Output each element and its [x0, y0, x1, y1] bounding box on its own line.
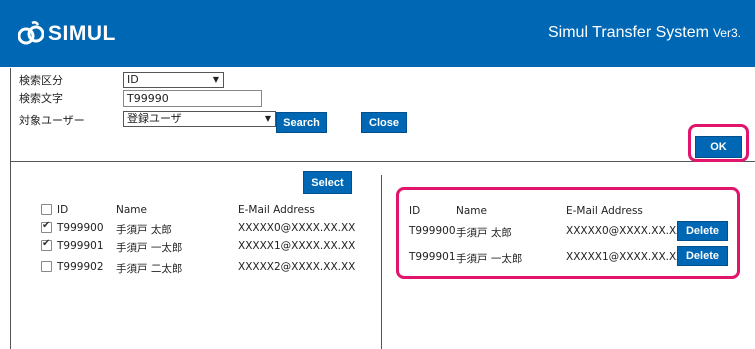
search-text-label: 検索文字 — [19, 92, 63, 105]
row-id: T999901 — [57, 240, 104, 252]
target-user-label: 対象ユーザー — [19, 114, 85, 127]
row-id: T999901 — [409, 251, 456, 263]
row-name: 手須戸 一太郎 — [116, 242, 183, 254]
search-panel: 検索区分 ID ▼ 検索文字 T99990 対象ユーザー 登録ユーザ ▼ Sea… — [11, 68, 755, 162]
row-name: 手須戸 太郎 — [116, 224, 172, 236]
search-category-value: ID — [127, 73, 139, 86]
target-user-value: 登録ユーザ — [127, 112, 182, 125]
row-email: XXXXX1@XXXX.XX.XX — [566, 251, 684, 263]
system-name: Simul Transfer System — [548, 24, 709, 41]
search-button[interactable]: Search — [276, 112, 327, 133]
row-id: T999902 — [57, 261, 104, 273]
logo-text: SIMUL — [48, 22, 116, 45]
left-col-id: ID — [57, 204, 69, 216]
right-col-email: E-Mail Address — [566, 205, 643, 217]
delete-button[interactable]: Delete — [677, 221, 728, 241]
system-version: Ver3. — [712, 26, 741, 40]
row-email: XXXXX1@XXXX.XX.XX — [238, 240, 356, 252]
search-category-select[interactable]: ID ▼ — [123, 72, 224, 88]
right-col-name: Name — [456, 205, 487, 217]
left-col-email: E-Mail Address — [238, 204, 315, 216]
select-all-checkbox[interactable] — [41, 204, 52, 215]
row-email: XXXXX0@XXXX.XX.XX — [238, 222, 356, 234]
app-header: SIMUL Simul Transfer System Ver3. — [0, 0, 755, 67]
right-col-id: ID — [409, 205, 421, 217]
system-title: Simul Transfer System Ver3. — [548, 24, 741, 42]
select-button[interactable]: Select — [303, 171, 352, 194]
chevron-down-icon: ▼ — [212, 75, 219, 84]
row-checkbox[interactable] — [41, 261, 52, 272]
list-divider — [381, 175, 382, 349]
row-email: XXXXX2@XXXX.XX.XX — [238, 261, 356, 273]
delete-button[interactable]: Delete — [677, 246, 728, 266]
row-name: 手須戸 一太郎 — [456, 253, 523, 265]
search-text-input[interactable]: T99990 — [123, 90, 262, 107]
row-checkbox[interactable] — [41, 238, 52, 251]
target-user-select[interactable]: 登録ユーザ ▼ — [123, 111, 276, 127]
ok-button[interactable]: OK — [695, 136, 742, 158]
row-name: 手須戸 二太郎 — [116, 263, 183, 275]
row-name: 手須戸 太郎 — [456, 227, 512, 239]
row-email: XXXXX0@XXXX.XX.XX — [566, 225, 684, 237]
chevron-down-icon: ▼ — [264, 114, 271, 123]
row-id: T999900 — [57, 222, 104, 234]
left-col-name: Name — [116, 204, 147, 216]
row-checkbox[interactable] — [41, 220, 52, 233]
logo-icon — [18, 21, 44, 45]
close-button[interactable]: Close — [361, 112, 407, 133]
logo: SIMUL — [18, 20, 116, 48]
search-category-label: 検索区分 — [19, 74, 63, 87]
row-id: T999900 — [409, 225, 456, 237]
